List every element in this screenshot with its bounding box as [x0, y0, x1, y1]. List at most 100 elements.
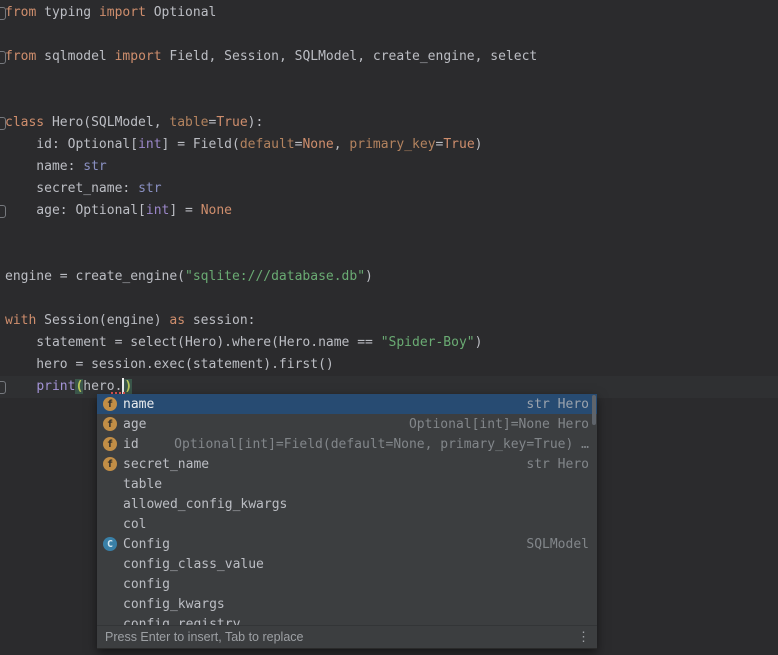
code-token: import — [99, 5, 146, 20]
code-line[interactable] — [0, 288, 778, 310]
completion-type-hint: SQLModel — [526, 537, 589, 552]
code-token: session: — [185, 313, 255, 328]
completion-label: config_kwargs — [123, 597, 225, 612]
code-line[interactable]: id: Optional[int] = Field(default=None, … — [0, 134, 778, 156]
code-token: Field, Session, SQLModel, create_engine,… — [162, 49, 538, 64]
completion-type-hint: Optional[int]=Field(default=None, primar… — [174, 437, 589, 452]
code-token: None — [302, 137, 333, 152]
completion-item-table[interactable]: table — [97, 474, 597, 494]
completion-item-id[interactable]: fid Optional[int]=Field(default=None, pri… — [97, 434, 597, 454]
completion-item-Config[interactable]: CConfigSQLModel — [97, 534, 597, 554]
code-token: default — [240, 137, 295, 152]
code-area[interactable]: from typing import Optionalfrom sqlmodel… — [0, 2, 778, 398]
code-token: class — [5, 115, 44, 130]
code-token: ] = Field( — [162, 137, 240, 152]
more-options-icon[interactable]: ⋮ — [577, 626, 589, 648]
completion-type-hint: str Hero — [526, 397, 589, 412]
completion-label: config — [123, 577, 170, 592]
code-line[interactable] — [0, 90, 778, 112]
completion-label: config_registry — [123, 617, 240, 626]
code-line[interactable]: with Session(engine) as session: — [0, 310, 778, 332]
code-token: secret_name: — [5, 181, 138, 196]
code-token: age: Optional[ — [5, 203, 146, 218]
code-line[interactable]: statement = select(Hero).where(Hero.name… — [0, 332, 778, 354]
completion-item-config_kwargs[interactable]: config_kwargs — [97, 594, 597, 614]
class-icon: C — [103, 537, 117, 551]
completion-label: secret_name — [123, 457, 209, 472]
completion-label: name — [123, 397, 154, 412]
gutter-icon — [0, 205, 6, 218]
completion-label: col — [123, 517, 146, 532]
code-line[interactable]: from sqlmodel import Field, Session, SQL… — [0, 46, 778, 68]
completion-label: table — [123, 477, 162, 492]
code-line[interactable]: class Hero(SQLModel, table=True): — [0, 112, 778, 134]
completion-label: allowed_config_kwargs — [123, 497, 287, 512]
code-token: True — [443, 137, 474, 152]
code-token: str — [138, 181, 161, 196]
code-token: statement = select(Hero).where(Hero.name… — [5, 335, 381, 350]
code-line[interactable]: engine = create_engine("sqlite:///databa… — [0, 266, 778, 288]
code-line[interactable] — [0, 244, 778, 266]
completion-item-age[interactable]: fage Optional[int]=None Hero — [97, 414, 597, 434]
completion-item-config_class_value[interactable]: config_class_value — [97, 554, 597, 574]
completion-footer: Press Enter to insert, Tab to replace ⋮ — [97, 625, 597, 648]
code-token: str — [83, 159, 106, 174]
gutter-icon — [0, 7, 6, 20]
completion-label: id — [123, 437, 139, 452]
code-line[interactable] — [0, 68, 778, 90]
code-token — [5, 379, 36, 394]
completion-item-name[interactable]: fname str Hero — [97, 394, 597, 414]
code-token: Hero(SQLModel, — [44, 115, 169, 130]
code-token: hero = session.exec(statement).first() — [5, 357, 334, 372]
field-icon: f — [103, 457, 117, 471]
code-token: as — [169, 313, 185, 328]
code-token: typing — [36, 5, 99, 20]
code-token: primary_key — [349, 137, 435, 152]
code-token: table — [169, 115, 208, 130]
field-icon: f — [103, 397, 117, 411]
code-line[interactable]: from typing import Optional — [0, 2, 778, 24]
field-icon: f — [103, 437, 117, 451]
code-token: True — [216, 115, 247, 130]
code-line[interactable]: secret_name: str — [0, 178, 778, 200]
code-token: id: Optional[ — [5, 137, 138, 152]
code-token: "sqlite:///database.db" — [185, 269, 365, 284]
footer-hint-text: Press Enter to insert, Tab to replace — [105, 626, 303, 648]
code-line[interactable]: name: str — [0, 156, 778, 178]
completion-item-config[interactable]: config — [97, 574, 597, 594]
code-token: print — [36, 379, 75, 394]
code-token: int — [138, 137, 161, 152]
completion-type-hint: Optional[int]=None Hero — [409, 417, 589, 432]
code-line[interactable] — [0, 222, 778, 244]
code-token: Session(engine) — [36, 313, 169, 328]
code-token: ) — [475, 335, 483, 350]
code-line[interactable] — [0, 24, 778, 46]
code-token: sqlmodel — [36, 49, 114, 64]
code-token: None — [201, 203, 232, 218]
ide-editor-screen: from typing import Optionalfrom sqlmodel… — [0, 0, 778, 655]
code-token: ] = — [169, 203, 200, 218]
code-token: engine = create_engine( — [5, 269, 185, 284]
code-token: "Spider-Boy" — [381, 335, 475, 350]
code-token: from — [5, 49, 36, 64]
completion-item-config_registry[interactable]: config_registry — [97, 614, 597, 625]
code-token: name: — [5, 159, 83, 174]
code-line[interactable]: hero = session.exec(statement).first() — [0, 354, 778, 376]
completion-label: age — [123, 417, 146, 432]
completion-item-col[interactable]: col — [97, 514, 597, 534]
completion-type-hint: str Hero — [526, 457, 589, 472]
code-token: Optional — [146, 5, 216, 20]
completion-popup: fnamestr HerofageOptional[int]=None Hero… — [97, 394, 597, 649]
completion-item-allowed_config_kwargs[interactable]: allowed_config_kwargs — [97, 494, 597, 514]
completion-item-secret_name[interactable]: f secret_name str Hero — [97, 454, 597, 474]
field-icon: f — [103, 417, 117, 431]
gutter-icon — [0, 381, 6, 394]
code-line[interactable]: age: Optional[int] = None — [0, 200, 778, 222]
gutter-icon — [0, 51, 6, 64]
completion-list: fnamestr HerofageOptional[int]=None Hero… — [97, 394, 597, 625]
popup-scrollbar-thumb[interactable] — [592, 395, 596, 425]
code-token: int — [146, 203, 169, 218]
code-token: from — [5, 5, 36, 20]
completion-label: config_class_value — [123, 557, 264, 572]
code-token: ): — [248, 115, 264, 130]
